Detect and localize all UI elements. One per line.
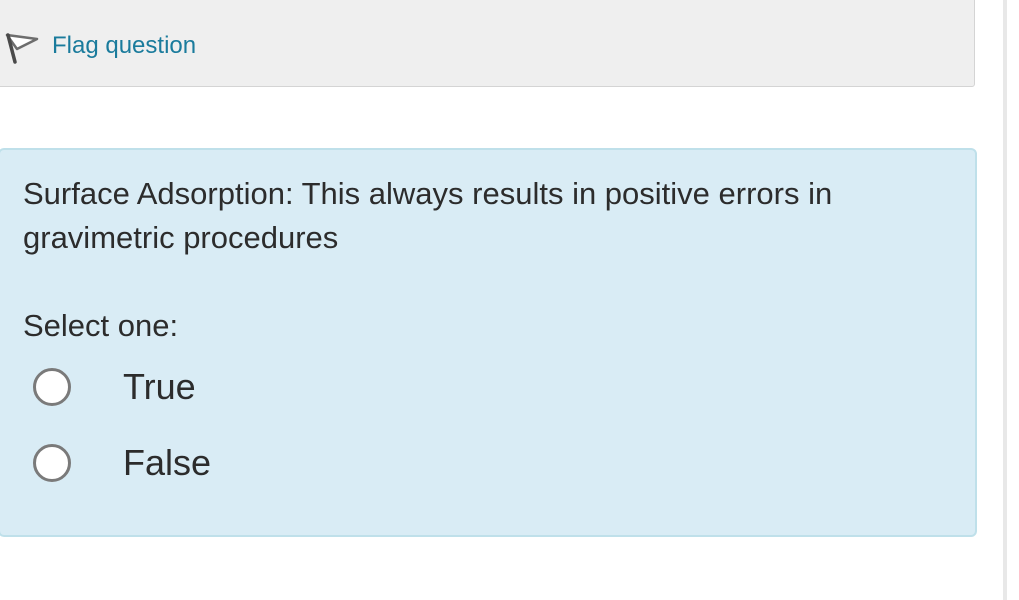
answer-label-false: False	[123, 442, 212, 483]
quiz-page: Flag question Surface Adsorption: This a…	[0, 0, 1019, 600]
answer-option-false[interactable]: False	[33, 442, 211, 484]
radio-button-true[interactable]	[33, 368, 71, 406]
scrollbar-track[interactable]	[1003, 0, 1007, 600]
flag-question-link[interactable]: Flag question	[3, 29, 196, 65]
question-info-panel: Flag question	[0, 0, 975, 87]
flag-icon	[3, 29, 39, 65]
question-content-panel: Surface Adsorption: This always results …	[0, 148, 977, 537]
flag-question-label: Flag question	[52, 32, 197, 59]
question-text: Surface Adsorption: This always results …	[23, 176, 833, 255]
radio-button-false[interactable]	[33, 444, 71, 482]
answer-label-true: True	[123, 366, 196, 407]
select-prompt: Select one:	[23, 308, 179, 343]
answer-option-true[interactable]: True	[33, 366, 196, 408]
